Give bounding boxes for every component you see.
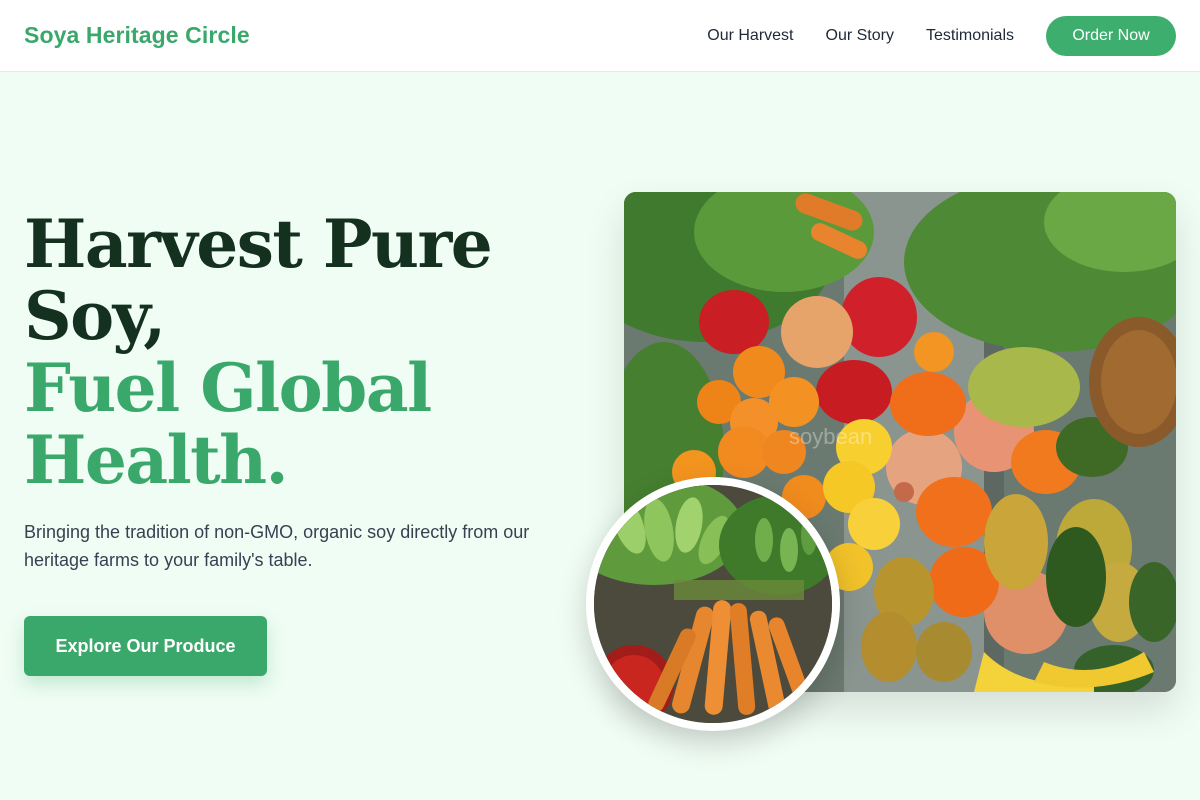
order-now-button[interactable]: Order Now [1046, 15, 1176, 56]
hero-circle-image [586, 477, 840, 731]
market-basket-illustration [594, 485, 832, 723]
circle-image-inner [594, 485, 832, 723]
brand-logo-text[interactable]: Soya Heritage Circle [24, 22, 250, 49]
top-navbar: Soya Heritage Circle Our Harvest Our Sto… [0, 0, 1200, 72]
headline-line-3: Fuel Global [24, 349, 432, 427]
nav-link-our-story[interactable]: Our Story [826, 27, 894, 45]
nav-link-our-harvest[interactable]: Our Harvest [707, 27, 793, 45]
hero-text-block: Harvest Pure Soy, Fuel Global Health. Br… [24, 208, 584, 574]
headline-line-2: Soy, [24, 277, 166, 355]
headline-line-1: Harvest Pure [24, 205, 493, 283]
hero-subtext: Bringing the tradition of non-GMO, organ… [24, 522, 530, 570]
headline-line-4: Health. [24, 421, 289, 499]
nav-links: Our Harvest Our Story Testimonials Order… [707, 15, 1176, 56]
explore-produce-button[interactable]: Explore Our Produce [24, 616, 267, 676]
image-watermark: soybean [789, 424, 873, 449]
nav-link-testimonials[interactable]: Testimonials [926, 27, 1014, 45]
hero-headline: Harvest Pure Soy, Fuel Global Health. [24, 208, 584, 496]
